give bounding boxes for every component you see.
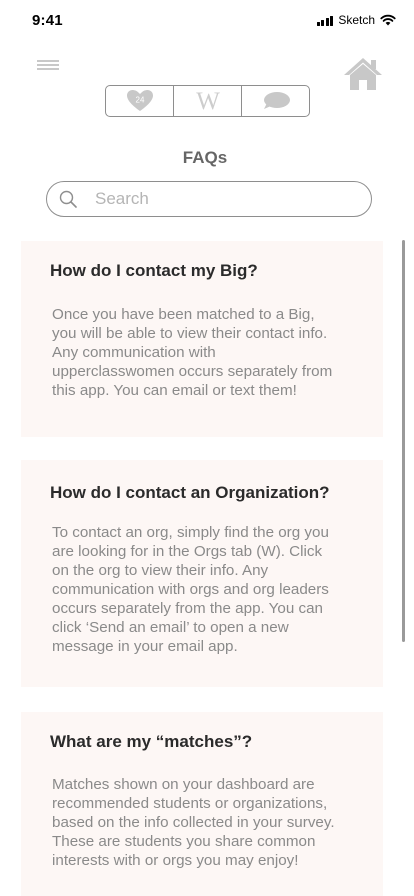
faq-card[interactable]: How do I contact an Organization? To con… [21,460,383,687]
search-input[interactable] [95,189,345,209]
faq-answer: Matches shown on your dashboard are reco… [52,775,372,870]
signal-icon [316,15,334,26]
faq-answer-line: message in your email app. [52,638,238,655]
tab-orgs[interactable]: W [173,86,241,116]
hamburger-menu-icon[interactable] [37,60,59,74]
carrier-name: Sketch [338,13,375,27]
faq-answer-line: on the org to view their info. Any [52,562,269,579]
faq-answer-line: you will be able to view their contact i… [52,325,328,342]
nav-tab-bar: 24 W [105,85,310,117]
faq-answer-line: this app. You can email or text them! [52,382,297,399]
faq-answer-line: To contact an org, simply find the org y… [52,524,329,541]
tab-favorites[interactable]: 24 [106,86,173,116]
status-time: 9:41 [32,12,63,29]
faq-answer: To contact an org, simply find the org y… [52,523,372,656]
faq-answer-line: Matches shown on your dashboard are [52,776,315,793]
faq-answer-line: Any communication with [52,344,216,361]
faq-card[interactable]: How do I contact my Big? Once you have b… [21,241,383,437]
faq-answer-line: click ‘Send an email’ to open a new [52,619,289,636]
faq-question: What are my “matches”? [50,732,253,751]
faq-question: How do I contact my Big? [50,261,258,280]
faq-answer-line: are looking for in the Orgs tab (W). Cli… [52,543,323,560]
chat-bubble-icon [263,92,290,109]
heart-icon: 24 [126,90,153,111]
tab-messages[interactable] [241,86,309,116]
faq-answer-line: upperclasswomen occurs separately from [52,363,333,380]
faq-answer-line: communication with orgs and org leaders [52,581,329,598]
w-icon: W [196,87,220,115]
faq-answer-line: based on the info collected in your surv… [52,814,335,831]
faq-answer-line: occurs separately from the app. You can [52,600,324,617]
scrollbar[interactable] [402,240,405,642]
status-bar: 9:41 Sketch [0,0,414,44]
page-title: FAQs [182,148,228,167]
home-icon[interactable] [342,56,384,97]
heart-badge: 24 [135,96,144,105]
wifi-icon [380,14,396,26]
faq-answer-line: Once you have been matched to a Big, [52,306,315,323]
status-indicators: Sketch [316,13,396,27]
faq-answer-line: These are students you share common [52,833,316,850]
search-bar[interactable] [46,181,372,217]
faq-answer: Once you have been matched to a Big, you… [52,305,372,400]
faq-question: How do I contact an Organization? [50,483,330,502]
search-icon [59,190,77,208]
faq-answer-line: interests with or orgs you may enjoy! [52,852,299,869]
faq-card[interactable]: What are my “matches”? Matches shown on … [21,712,383,896]
faq-answer-line: recommended students or organizations, [52,795,328,812]
